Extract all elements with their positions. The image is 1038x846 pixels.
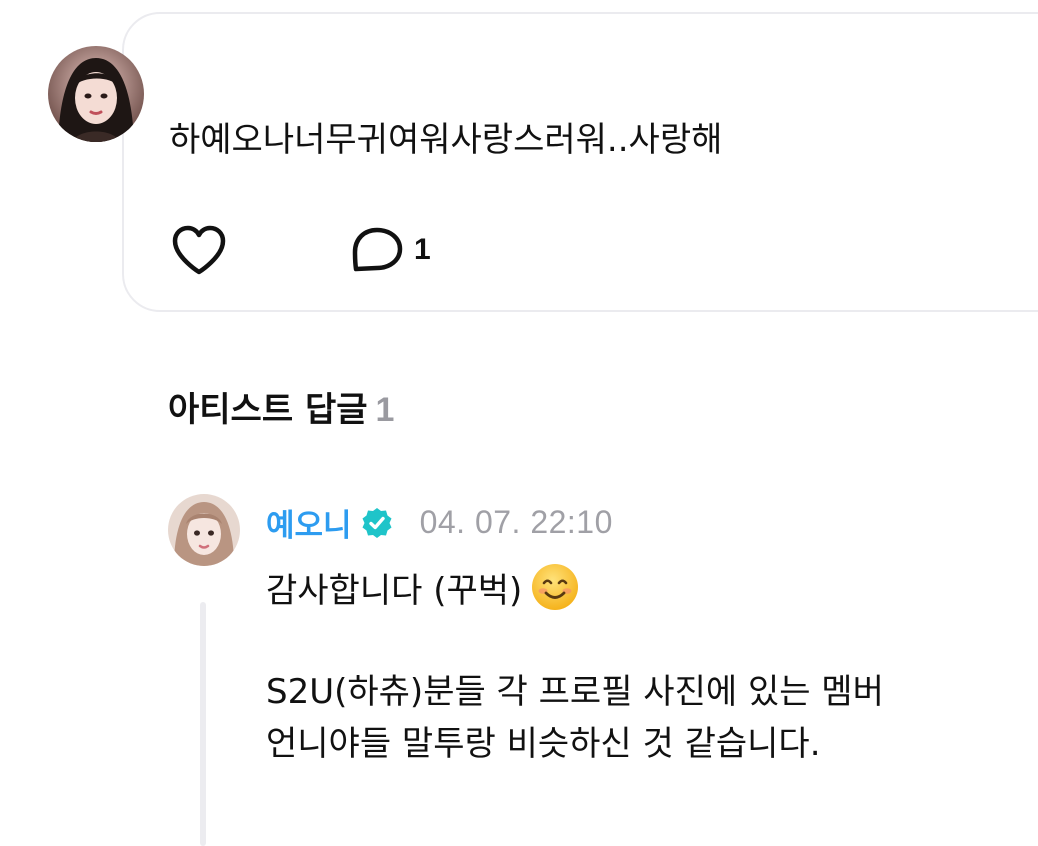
verified-badge-icon (362, 507, 392, 538)
heart-outline-icon (172, 225, 226, 275)
comment-card (122, 12, 1038, 312)
reply-body: 감사합니다 (꾸벅) S2U(하츄)분들 각 프로필 사진에 있는 멤버 언니야… (266, 562, 884, 770)
reply-blank-line (266, 614, 884, 666)
reply-header: 예오니 04. 07. 22:10 (266, 500, 613, 545)
reply-line-1-text: 감사합니다 (꾸벅) (266, 571, 523, 611)
comment-text: 하예오나너무귀여워사랑스러워..사랑해 (169, 120, 723, 160)
reply-button[interactable]: 1 (350, 226, 431, 274)
fan-avatar[interactable] (48, 46, 144, 142)
reply-thread-line (200, 602, 206, 846)
reply-count: 1 (414, 233, 431, 266)
smiling-face-emoji-icon (532, 564, 579, 610)
artist-replies-title: 아티스트 답글 (168, 390, 368, 430)
artist-avatar[interactable] (168, 494, 240, 566)
artist-replies-heading: 아티스트 답글 1 (168, 382, 394, 431)
speech-bubble-icon (352, 227, 403, 272)
like-button[interactable] (170, 224, 228, 276)
artist-profile-photo-icon (168, 494, 240, 566)
reply-line-2: S2U(하츄)분들 각 프로필 사진에 있는 멤버 (266, 672, 884, 712)
reply-line-3: 언니야들 말투랑 비슷하신 것 같습니다. (266, 724, 821, 764)
fan-profile-photo-icon (48, 46, 144, 142)
reply-line-1: 감사합니다 (꾸벅) (266, 562, 884, 614)
reply-timestamp: 04. 07. 22:10 (419, 504, 613, 540)
artist-replies-count: 1 (375, 391, 395, 429)
artist-name[interactable]: 예오니 (266, 500, 352, 545)
